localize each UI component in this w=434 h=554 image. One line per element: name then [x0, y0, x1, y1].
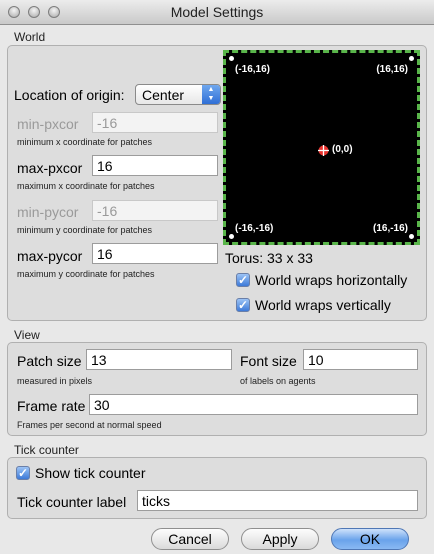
min-pxcor-field[interactable]: -16 [92, 112, 218, 133]
max-pxcor-hint: maximum x coordinate for patches [17, 181, 155, 191]
wrap-vertical-label: World wraps vertically [255, 297, 391, 313]
tick-counter-label-label: Tick counter label [17, 494, 127, 510]
max-pycor-label: max-pycor [17, 248, 83, 264]
origin-select[interactable]: Center ▲ ▼ [135, 84, 221, 105]
view-section-label: View [14, 328, 40, 342]
world-section-label: World [14, 30, 46, 44]
select-arrows-icon: ▲ ▼ [202, 85, 220, 104]
max-pycor-hint: maximum y coordinate for patches [17, 269, 155, 279]
frame-rate-field[interactable]: 30 [89, 394, 418, 415]
origin-select-value: Center [142, 87, 185, 103]
title-bar: Model Settings [0, 0, 434, 25]
wrap-horizontal-label: World wraps horizontally [255, 272, 408, 288]
font-size-label: Font size [240, 353, 297, 369]
world-preview: (-16,16) (16,16) (-16,-16) (16,-16) (0,0… [223, 50, 420, 245]
max-pycor-field[interactable]: 16 [92, 243, 218, 264]
show-tick-counter-label: Show tick counter [35, 465, 146, 481]
tick-counter-label-field[interactable]: ticks [137, 490, 418, 511]
window-title: Model Settings [170, 4, 264, 20]
tick-counter-section-label: Tick counter [14, 443, 79, 457]
max-pxcor-field[interactable]: 16 [92, 155, 218, 176]
origin-label: Location of origin: [14, 87, 125, 103]
patch-size-label: Patch size [17, 353, 82, 369]
frame-rate-hint: Frames per second at normal speed [17, 420, 162, 430]
cancel-button[interactable]: Cancel [151, 528, 229, 550]
corner-label-bottom-left: (-16,-16) [235, 223, 274, 234]
patch-size-field[interactable]: 13 [86, 349, 232, 370]
corner-dot [409, 56, 414, 61]
max-pxcor-label: max-pxcor [17, 160, 83, 176]
corner-label-top-right: (16,16) [376, 64, 408, 75]
patch-size-hint: measured in pixels [17, 376, 93, 386]
font-size-field[interactable]: 10 [303, 349, 418, 370]
corner-label-top-left: (-16,16) [235, 64, 271, 75]
show-tick-counter-checkbox[interactable]: ✓ [16, 466, 30, 480]
corner-dot [409, 234, 414, 239]
center-label: (0,0) [332, 144, 353, 155]
wrap-vertical-checkbox[interactable]: ✓ [236, 298, 250, 312]
corner-dot [229, 234, 234, 239]
min-pycor-label: min-pycor [17, 204, 79, 220]
wrap-horizontal-checkbox[interactable]: ✓ [236, 273, 250, 287]
min-pycor-field[interactable]: -16 [92, 200, 218, 221]
ok-button[interactable]: OK [331, 528, 409, 550]
corner-label-bottom-right: (16,-16) [372, 223, 408, 234]
frame-rate-label: Frame rate [17, 398, 86, 414]
min-pycor-hint: minimum y coordinate for patches [17, 225, 153, 235]
min-pxcor-hint: minimum x coordinate for patches [17, 137, 153, 147]
corner-dot [229, 56, 234, 61]
torus-label: Torus: 33 x 33 [225, 250, 313, 266]
origin-marker-icon [318, 145, 329, 156]
font-size-hint: of labels on agents [240, 376, 316, 386]
apply-button[interactable]: Apply [241, 528, 319, 550]
min-pxcor-label: min-pxcor [17, 116, 79, 132]
